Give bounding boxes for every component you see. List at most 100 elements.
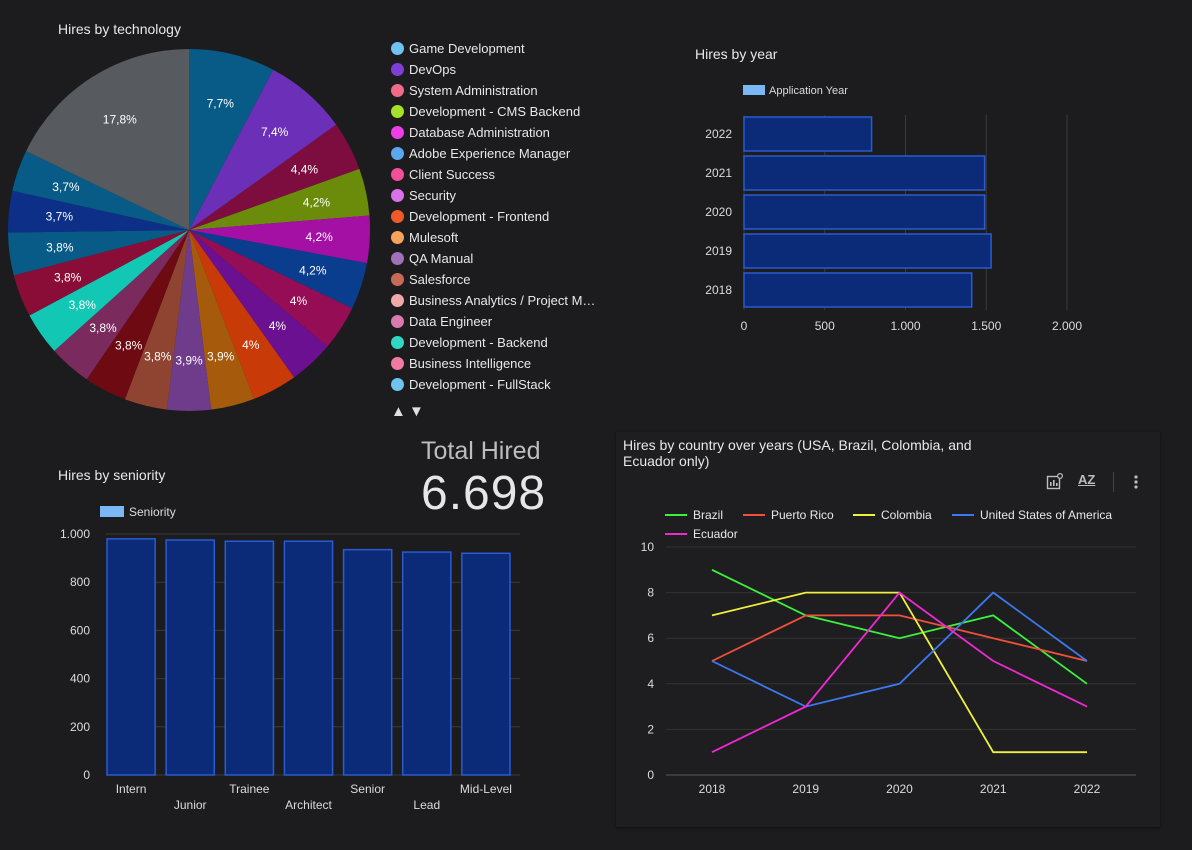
year-bar[interactable] (743, 194, 986, 230)
pie-legend-item[interactable]: Development - CMS Backend (391, 104, 580, 119)
pie-slice-label: 3,8% (115, 339, 143, 353)
year-bar[interactable] (743, 233, 992, 269)
seniority-bar[interactable] (461, 552, 511, 776)
legend-dot (391, 294, 404, 307)
legend-label: Security (409, 188, 456, 203)
seniority-bar[interactable] (224, 540, 275, 776)
pie-legend-item[interactable]: Security (391, 188, 456, 203)
line-legend-item[interactable]: Colombia (853, 508, 932, 522)
seniority-chart-legend: Seniority (100, 505, 176, 519)
line-legend-item[interactable]: Puerto Rico (743, 508, 834, 522)
pie-legend-item[interactable]: Mulesoft (391, 230, 458, 245)
year-bar[interactable] (743, 116, 873, 152)
pie-legend-item[interactable]: Salesforce (391, 272, 470, 287)
x-tick-label: 2020 (886, 782, 913, 796)
line-legend-item[interactable]: Brazil (665, 508, 723, 522)
legend-line-swatch (665, 514, 687, 516)
year-bar[interactable] (743, 155, 986, 191)
y-tick-label: 600 (70, 623, 90, 637)
legend-label: DevOps (409, 62, 456, 77)
pie-slice-label: 4,2% (299, 264, 327, 278)
legend-label: Mulesoft (409, 230, 459, 245)
pie-slice-label: 3,8% (89, 321, 117, 335)
pie-legend-item[interactable]: Client Success (391, 167, 495, 182)
y-tick-label: 8 (647, 586, 654, 600)
y-tick-label: 6 (647, 631, 654, 645)
legend-dot (391, 357, 404, 370)
legend-dot (391, 105, 404, 118)
toolbar-divider (1113, 472, 1114, 492)
pie-slice-label: 17,8% (103, 113, 137, 127)
legend-dot (391, 273, 404, 286)
pie-slice-label: 3,9% (175, 353, 203, 367)
pie-chart[interactable]: 7,7%7,4%4,4%4,2%4,2%4,2%4%4%4%3,9%3,9%3,… (0, 40, 380, 420)
pie-slice-label: 4% (269, 319, 287, 333)
x-tick-label: 500 (815, 319, 835, 333)
pie-slice-label: 3,8% (54, 270, 82, 284)
seniority-bar[interactable] (401, 551, 452, 776)
legend-label: Data Engineer (409, 314, 493, 329)
pie-slice-label: 4% (242, 338, 260, 352)
x-tick-label: Architect (285, 798, 332, 812)
series-line[interactable] (711, 568, 1088, 685)
year-bar[interactable] (743, 272, 973, 308)
legend-label: Development - CMS Backend (409, 104, 581, 119)
country-chart-title: Hires by country over years (USA, Brazil… (623, 437, 972, 469)
kpi-label: Total Hired (421, 437, 541, 465)
seniority-bar[interactable] (283, 540, 334, 776)
pie-legend-item[interactable]: DevOps (391, 62, 456, 77)
pie-legend-item[interactable]: Adobe Experience Manager (391, 146, 570, 161)
pie-legend-item[interactable]: Development - FullStack (391, 377, 551, 392)
legend-next-arrow[interactable]: ▼ (409, 403, 424, 420)
pie-legend-item[interactable]: Data Engineer (391, 314, 492, 329)
legend-label: Business Intelligence (409, 356, 532, 371)
legend-label: Database Administration (409, 125, 550, 140)
pie-legend-item[interactable]: Development - Frontend (391, 209, 549, 224)
pie-slice-label: 4,2% (305, 230, 333, 244)
y-tick-label: 2 (647, 722, 654, 736)
legend-dot (391, 189, 404, 202)
pie-slice-label: 4% (290, 294, 308, 308)
legend-label: Development - FullStack (409, 377, 551, 392)
kpi-value: 6.698 (421, 467, 547, 520)
pie-slice-label: 7,4% (261, 125, 289, 139)
year-chart-legend: Application Year (743, 85, 848, 97)
legend-label: Brazil (693, 508, 724, 522)
pie-legend-item[interactable]: Database Administration (391, 125, 550, 140)
series-line[interactable] (711, 591, 1088, 708)
line-legend-item[interactable]: United States of America (952, 508, 1112, 522)
legend-dot (391, 210, 404, 223)
x-tick-label: 2019 (792, 782, 819, 796)
pie-legend-item[interactable]: QA Manual (391, 251, 473, 266)
x-tick-label: 2021 (980, 782, 1007, 796)
x-tick-label: Mid-Level (460, 782, 512, 796)
pie-chart-title: Hires by technology (58, 21, 181, 37)
pie-legend-item[interactable]: System Administration (391, 83, 538, 98)
seniority-bar-chart[interactable]: 0 200 400 600 800 1.000 Intern Junior Trainee Arc… (40, 520, 540, 820)
chart-insights-icon[interactable] (1046, 472, 1064, 493)
pie-legend-item[interactable]: Game Development (391, 41, 525, 56)
legend-label: Puerto Rico (771, 508, 834, 522)
legend-line-swatch (743, 514, 765, 516)
y-tick-label: 0 (83, 768, 90, 782)
seniority-bar[interactable] (106, 538, 156, 776)
legend-prev-arrow[interactable]: ▲ (391, 403, 406, 420)
legend-label: Business Analytics / Project M… (409, 293, 596, 308)
seniority-bar[interactable] (342, 548, 393, 776)
y-tick-label: 2022 (705, 127, 732, 141)
legend-label: Colombia (881, 508, 932, 522)
year-bar-chart[interactable]: 0 500 1.000 1.500 2.000 2022 2021 2020 2019 2018 (690, 100, 1110, 340)
more-vert-icon[interactable] (1129, 474, 1143, 493)
seniority-legend-label: Seniority (129, 505, 176, 519)
legend-dot (391, 84, 404, 97)
legend-dot (391, 63, 404, 76)
pie-legend-item[interactable]: Business Intelligence (391, 356, 531, 371)
series-line[interactable] (711, 591, 1087, 754)
pie-legend-item[interactable]: Business Analytics / Project M… (391, 293, 595, 308)
country-line-chart[interactable]: 0 2 4 6 8 10 2018 2019 2020 2021 2022 (616, 535, 1160, 805)
y-tick-label: 800 (70, 575, 90, 589)
sort-az-button[interactable]: AZ (1078, 472, 1095, 487)
seniority-bar[interactable] (165, 539, 216, 776)
series-line[interactable] (711, 591, 1088, 754)
pie-legend-item[interactable]: Development - Backend (391, 335, 548, 350)
